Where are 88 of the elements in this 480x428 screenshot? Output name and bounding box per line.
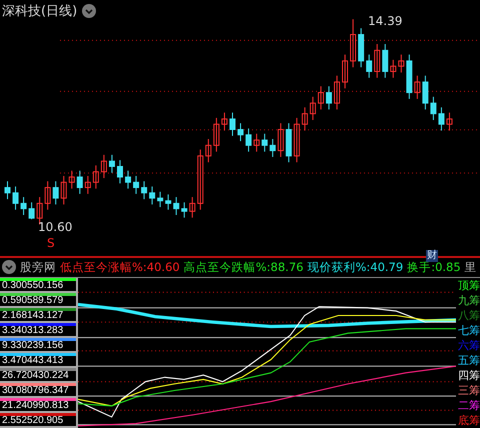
candlestick (189, 196, 196, 218)
band-value: 3.340313.283 (1, 326, 64, 336)
candlestick (60, 175, 67, 205)
candlestick (318, 86, 324, 110)
indicator-stat: 低点至今涨幅%:40.60 (60, 260, 180, 275)
event-marker: 财 (426, 250, 438, 262)
candlestick (4, 180, 10, 200)
candlestick (398, 54, 404, 74)
level-label: 二筹 (457, 398, 480, 413)
candlestick (406, 54, 412, 100)
level-label: 五筹 (457, 353, 480, 368)
candlestick (310, 96, 316, 120)
candlestick (165, 194, 172, 210)
candlestick (44, 180, 51, 210)
indicator-stat: 换手:0.85 (407, 260, 461, 275)
band-value: 0.300550.156 (1, 281, 64, 291)
band-value: 2.552520.905 (1, 416, 64, 426)
candlestick (181, 202, 188, 218)
candlestick (342, 54, 348, 89)
candlestick (254, 133, 260, 152)
indicator-stat: 高点至今跌幅%:88.76 (184, 260, 304, 275)
level-label: 八筹 (457, 308, 480, 323)
indicator-name: 股旁网 (20, 260, 56, 275)
candlestick (278, 122, 284, 158)
level-label: 六筹 (457, 338, 480, 353)
chevron-down-icon[interactable] (82, 4, 96, 18)
candlestick (68, 170, 75, 190)
level-label: 底筹 (457, 413, 480, 428)
window-title: 深科技(日线) (2, 3, 78, 20)
candlestick (422, 75, 428, 110)
candlestick (76, 170, 83, 194)
candlestick (446, 112, 452, 132)
candlestick (197, 149, 204, 210)
band-value: 0.590589.579 (1, 296, 64, 306)
price-label: 14.39 (368, 14, 402, 28)
candlestick (294, 117, 300, 163)
candlestick (270, 138, 276, 158)
candlestick (326, 86, 332, 110)
level-label: 四筹 (457, 368, 480, 383)
candlestick (334, 75, 340, 110)
candlestick (125, 170, 132, 190)
candlestick (92, 164, 99, 190)
candlestick (173, 196, 180, 216)
candlestick (213, 117, 220, 152)
band-value: 9.330239.156 (1, 341, 64, 351)
candlestick (350, 18, 356, 68)
band-value: 3.470443.413 (1, 356, 64, 366)
indicator-stat: 里 (464, 260, 477, 275)
candlestick (438, 106, 444, 132)
level-label: 九筹 (457, 293, 480, 308)
candlestick (100, 154, 107, 179)
candlestick (108, 154, 115, 174)
candlestick (84, 175, 91, 194)
level-label: 三筹 (457, 383, 480, 398)
indicator-stat: 现价获利%:40.79 (307, 260, 404, 275)
candlestick (382, 44, 388, 78)
candlestick (157, 191, 164, 208)
candlestick (302, 106, 308, 132)
price-label: 10.60 (38, 220, 72, 234)
candlestick (12, 186, 19, 210)
candlestick (117, 160, 123, 184)
candlestick (390, 59, 396, 78)
candlestick (414, 75, 420, 100)
candlestick (286, 122, 292, 163)
level-label: 七筹 (457, 323, 480, 338)
candlestick (358, 28, 364, 68)
candlestick (246, 128, 252, 152)
candlestick (133, 175, 140, 194)
candlestick (430, 96, 436, 120)
level-label: 顶筹 (457, 278, 480, 293)
band-value: 21.240990.813 (1, 401, 70, 411)
signal-marker: S (47, 236, 55, 250)
band-value: 30.080796.347 (1, 386, 70, 396)
candlestick (366, 54, 372, 78)
candlestick (238, 122, 244, 142)
candlestick (230, 112, 236, 136)
candlestick (20, 196, 27, 216)
candlestick (221, 112, 228, 132)
candlestick (141, 180, 148, 200)
candlestick (28, 202, 35, 220)
candlestick (52, 180, 59, 205)
chevron-down-icon[interactable] (2, 260, 16, 274)
candlestick (374, 44, 380, 78)
candlestick (205, 138, 212, 163)
candlestick (149, 186, 156, 205)
band-value: 2.168143.127 (1, 311, 64, 321)
candlestick (262, 133, 268, 152)
band-value: 26.720430.224 (1, 371, 70, 381)
